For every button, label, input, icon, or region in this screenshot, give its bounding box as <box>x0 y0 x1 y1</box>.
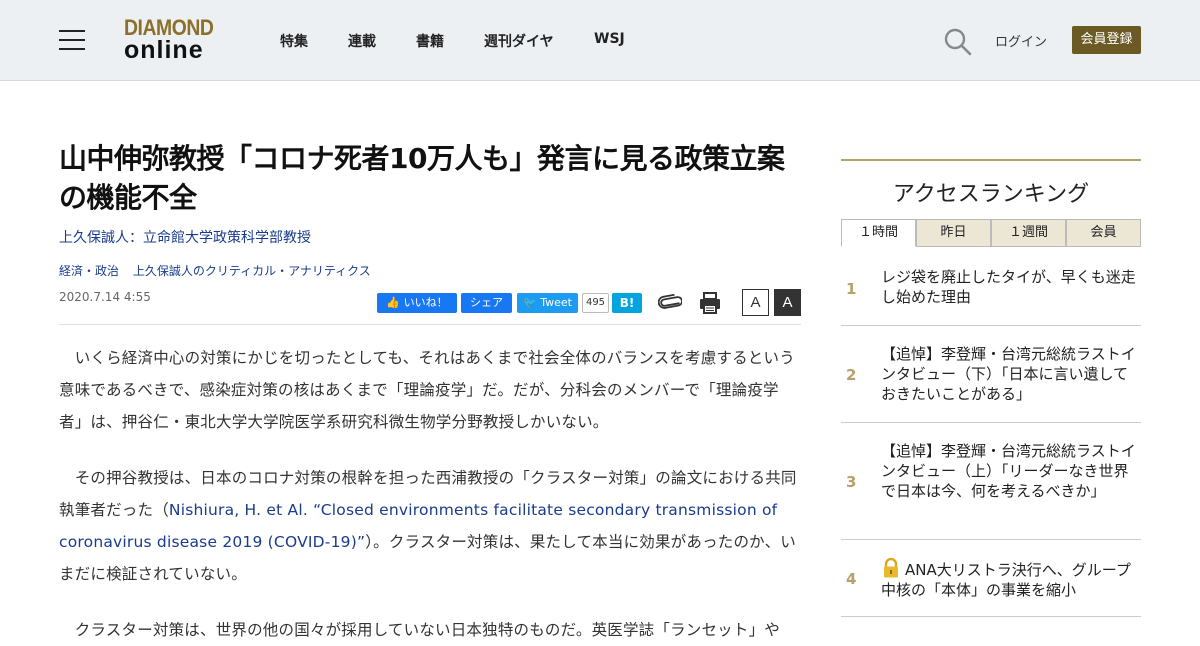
rank-text[interactable]: 【追悼】李登輝・台湾元総統ラストインタビュー（下）「日本に言い遺しておきたいこと… <box>881 344 1141 404</box>
facebook-share-button[interactable]: シェア <box>461 293 512 313</box>
twitter-bird-icon: 🐦 <box>523 296 537 309</box>
rank-text[interactable]: レジ袋を廃止したタイが、早くも迷走し始めた理由 <box>881 267 1141 307</box>
tweet-label: Tweet <box>540 296 572 309</box>
rank-number: 2 <box>846 366 857 384</box>
ranking-item[interactable]: 3 【追悼】李登輝・台湾元総統ラストインタビュー（上）「リーダーなき世界で日本は… <box>841 423 1141 540</box>
search-icon[interactable] <box>944 28 972 56</box>
site-logo[interactable]: DIAMOND online <box>124 17 228 63</box>
clip-icon[interactable] <box>658 291 682 313</box>
rank-number: 4 <box>846 570 857 588</box>
publish-date: 2020.7.14 4:55 <box>59 290 151 304</box>
ranking-title: アクセスランキング <box>892 182 1090 207</box>
tab-yesterday[interactable]: 昨日 <box>916 219 991 247</box>
font-size-large-button[interactable]: A <box>774 289 801 316</box>
tab-1week[interactable]: １週間 <box>991 219 1066 247</box>
ranking-item[interactable]: 2 【追悼】李登輝・台湾元総統ラストインタビュー（下）「日本に言い遺しておきたい… <box>841 326 1141 423</box>
logo-line2: online <box>124 36 204 64</box>
article-author[interactable]: 上久保誠人：立命館大学政策科学部教授 <box>59 227 311 247</box>
facebook-like-button[interactable]: 👍 いいね！ <box>377 293 457 313</box>
category-link[interactable]: 経済・政治 <box>59 264 119 278</box>
ranking-top-border <box>841 159 1141 161</box>
nav-item-rensai[interactable]: 連載 <box>348 31 376 51</box>
rank-text[interactable]: 【追悼】李登輝・台湾元総統ラストインタビュー（上）「リーダーなき世界で日本は今、… <box>881 441 1141 501</box>
lock-icon <box>884 558 898 578</box>
tab-members[interactable]: 会員 <box>1066 219 1141 247</box>
tab-1hour[interactable]: １時間 <box>841 219 916 247</box>
ranking-item[interactable]: 1 レジ袋を廃止したタイが、早くも迷走し始めた理由 <box>841 260 1141 326</box>
ranking-item[interactable]: 4 ANA大リストラ決行へ、グループ中核の「本体」の事業を縮小 <box>841 540 1141 617</box>
nav-item-wsj[interactable]: WSJ <box>594 31 625 47</box>
rank-text: ANA大リストラ決行へ、グループ中核の「本体」の事業を縮小 <box>881 561 1131 599</box>
rank-number: 3 <box>846 473 857 491</box>
nav-item-tokushu[interactable]: 特集 <box>280 31 308 51</box>
thumbs-up-icon: 👍 <box>386 296 401 309</box>
menu-icon[interactable] <box>59 29 85 51</box>
rank-text-wrap[interactable]: ANA大リストラ決行へ、グループ中核の「本体」の事業を縮小 <box>881 558 1141 600</box>
tweet-button[interactable]: 🐦 Tweet <box>517 293 578 313</box>
article-paragraph: クラスター対策は、世界の他の国々が採用していない日本独特のものだ。英医学誌「ラン… <box>59 621 780 639</box>
rank-number: 1 <box>846 280 857 298</box>
article-categories: 経済・政治 上久保誠人のクリティカル・アナリティクス <box>59 262 381 279</box>
login-link[interactable]: ログイン <box>995 31 1047 50</box>
nav-item-weekly-diamond[interactable]: 週刊ダイヤ <box>484 31 554 51</box>
tweet-count: 495 <box>582 293 609 313</box>
article-paragraph: その押谷教授は、日本のコロナ対策の根幹を担った西浦教授の「クラスター対策」の論文… <box>59 462 801 590</box>
print-icon[interactable] <box>698 291 722 315</box>
site-header: DIAMOND online 特集 連載 書籍 週刊ダイヤ WSJ ログイン 会… <box>0 0 1200 81</box>
series-link[interactable]: 上久保誠人のクリティカル・アナリティクス <box>133 264 371 278</box>
article-paragraph: いくら経済中心の対策にかじを切ったとしても、それはあくまで社会全体のバランスを考… <box>59 349 795 431</box>
divider <box>59 324 801 325</box>
register-button[interactable]: 会員登録 <box>1072 26 1141 54</box>
font-size-small-button[interactable]: A <box>742 289 769 316</box>
fb-like-label: いいね！ <box>403 296 448 309</box>
article-title: 山中伸弥教授「コロナ死者10万人も」発言に見る政策立案の機能不全 <box>59 142 785 214</box>
nav-item-shoseki[interactable]: 書籍 <box>416 31 444 51</box>
hatena-bookmark-button[interactable]: B! <box>612 293 642 313</box>
ranking-tabs: １時間 昨日 １週間 会員 <box>841 219 1141 247</box>
